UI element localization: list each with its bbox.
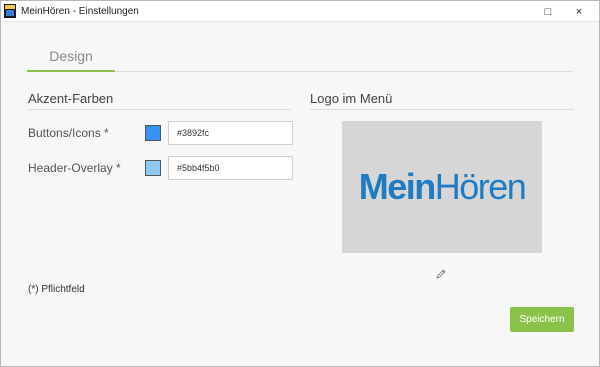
logo-wordmark-regular: Hören (434, 166, 527, 207)
header-overlay-label: Header-Overlay * (28, 161, 121, 175)
logo-heading: Logo im Menü (310, 91, 393, 106)
settings-content: Design Akzent-Farben Logo im Menü Button… (11, 23, 589, 358)
buttons-icons-label: Buttons/Icons * (28, 126, 109, 140)
logo-preview[interactable]: MeinHören (342, 121, 542, 253)
pencil-icon[interactable] (435, 267, 447, 279)
title-bar: MeinHören - Einstellungen □ × (1, 1, 599, 22)
maximize-button[interactable]: □ (533, 1, 563, 22)
section-divider (28, 109, 291, 110)
accent-colors-heading: Akzent-Farben (28, 91, 114, 106)
header-overlay-color-input[interactable] (168, 156, 293, 180)
section-divider (310, 109, 574, 110)
buttons-icons-color-input[interactable] (168, 121, 293, 145)
buttons-icons-color-swatch[interactable] (145, 125, 161, 141)
app-logo-icon (4, 4, 16, 18)
save-button[interactable]: Speichern (510, 307, 574, 332)
required-field-note: (*) Pflichtfeld (28, 284, 85, 295)
settings-window: MeinHören - Einstellungen □ × Design Akz… (0, 0, 600, 367)
tab-design[interactable]: Design (27, 41, 115, 72)
close-button[interactable]: × (564, 1, 594, 22)
logo-wordmark: MeinHören (358, 166, 527, 208)
logo-wordmark-bold: Mein (358, 166, 437, 207)
header-overlay-color-swatch[interactable] (145, 160, 161, 176)
window-title: MeinHören - Einstellungen (21, 6, 139, 17)
tab-bar: Design (27, 41, 573, 72)
